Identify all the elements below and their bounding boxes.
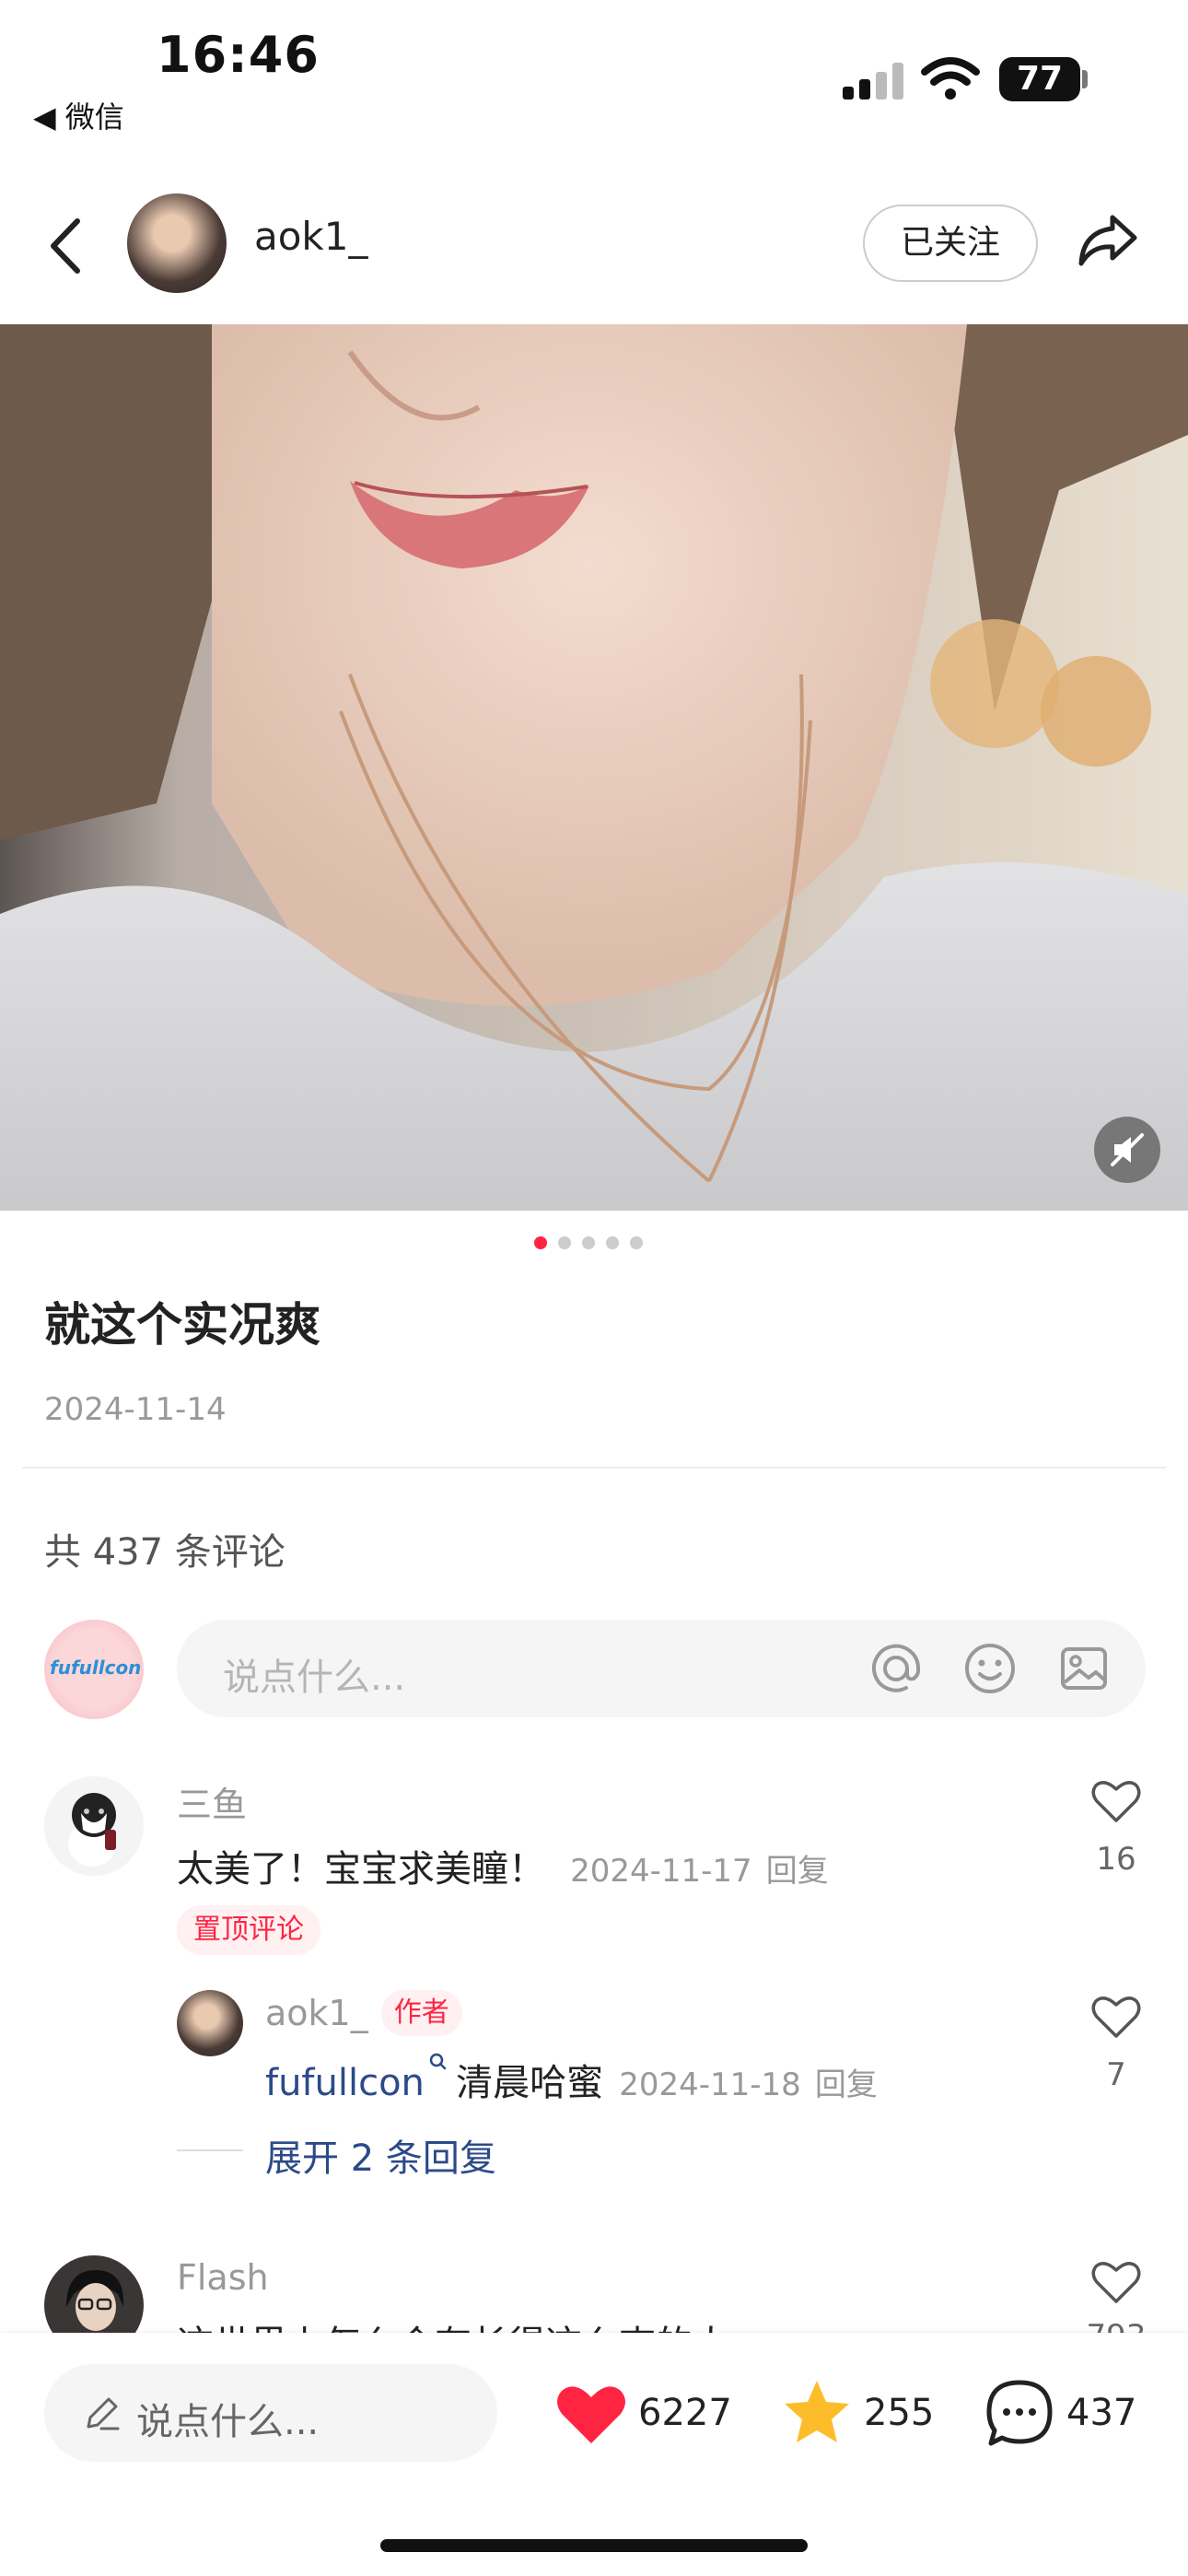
comment-count: 共 437 条评论 — [44, 1531, 285, 1574]
page-dot — [558, 1236, 571, 1249]
pencil-icon — [87, 2397, 120, 2430]
favorite-count: 255 — [864, 2392, 935, 2434]
page-dot — [630, 1236, 643, 1249]
reply-author-avatar[interactable] — [177, 1990, 243, 2056]
reply-date: 2024-11-18 — [619, 2067, 801, 2103]
reply-link[interactable]: 回复 — [815, 2067, 878, 2103]
bottom-comment-input[interactable]: 说点什么... — [44, 2364, 497, 2462]
bottom-input-placeholder: 说点什么... — [136, 2401, 320, 2443]
commenter-name[interactable]: Flash — [177, 2257, 269, 2298]
image-icon[interactable] — [1055, 1640, 1112, 1697]
reply-link[interactable]: 回复 — [766, 1853, 829, 1890]
comment-text: 太美了！宝宝求美瞳！ — [177, 1848, 545, 1891]
follow-button[interactable]: 已关注 — [863, 205, 1038, 282]
reply-author-name[interactable]: aok1_ — [265, 1993, 368, 2033]
reply-body: fufullcon 清晨哈蜜 2024-11-18 回复 — [265, 2053, 878, 2106]
reply-text: 清晨哈蜜 — [456, 2062, 604, 2104]
search-icon — [429, 2053, 447, 2070]
comment-total-count: 437 — [1066, 2392, 1137, 2434]
comment-input-placeholder: 说点什么... — [223, 1657, 406, 1699]
page-dot — [582, 1236, 595, 1249]
battery-cap — [1082, 70, 1088, 88]
expand-divider — [177, 2149, 243, 2151]
share-icon[interactable] — [1076, 208, 1140, 273]
mute-sound-icon[interactable] — [1094, 1117, 1160, 1183]
comment-bubble-icon[interactable] — [984, 2377, 1055, 2449]
battery-icon: 77 — [999, 57, 1080, 101]
author-tag: 作者 — [380, 1990, 462, 2036]
post-image[interactable] — [0, 324, 1188, 1211]
mention-link[interactable]: fufullcon — [265, 2062, 425, 2104]
like-count: 6227 — [638, 2392, 732, 2434]
comment-input[interactable]: 说点什么... — [177, 1620, 1146, 1717]
image-page-indicator — [534, 1236, 643, 1249]
emoji-icon[interactable] — [961, 1640, 1019, 1697]
pinned-comment-badge: 置顶评论 — [177, 1905, 320, 1955]
post-date: 2024-11-14 — [44, 1391, 227, 1428]
my-avatar-logo-text: fufullcon — [50, 1657, 142, 1679]
author-name[interactable]: aok1_ — [254, 214, 367, 259]
back-arrow-icon[interactable] — [44, 214, 90, 278]
cellular-signal-icon — [843, 63, 903, 100]
my-avatar: fufullcon — [44, 1620, 144, 1719]
page-dot-active — [534, 1236, 547, 1249]
reply-like-count: 7 — [1106, 2056, 1126, 2093]
commenter-avatar[interactable] — [44, 1776, 144, 1876]
status-time: 16:46 — [157, 26, 320, 84]
commenter-name[interactable]: 三鱼 — [177, 1776, 247, 1827]
heart-icon[interactable] — [1090, 1994, 1142, 2040]
page-dot — [606, 1236, 619, 1249]
comment-date: 2024-11-17 — [570, 1853, 752, 1890]
favorite-star-icon[interactable] — [781, 2377, 853, 2447]
heart-icon[interactable] — [1090, 2259, 1142, 2305]
reply-header: aok1_ 作者 — [265, 1990, 462, 2036]
post-title: 就这个实况爽 — [44, 1298, 320, 1352]
back-to-wechat[interactable]: ◀ 微信 — [33, 94, 124, 136]
comment-like-count: 16 — [1096, 1841, 1136, 1878]
divider — [22, 1467, 1166, 1469]
like-heart-icon[interactable] — [554, 2383, 628, 2447]
heart-icon[interactable] — [1090, 1778, 1142, 1824]
comment-body: 太美了！宝宝求美瞳！ 2024-11-17 回复 — [177, 1839, 829, 1892]
mention-icon[interactable] — [868, 1640, 925, 1697]
wifi-icon — [921, 57, 980, 100]
home-indicator — [380, 2539, 808, 2552]
expand-replies-link[interactable]: 展开 2 条回复 — [265, 2128, 496, 2182]
author-avatar[interactable] — [127, 193, 227, 293]
